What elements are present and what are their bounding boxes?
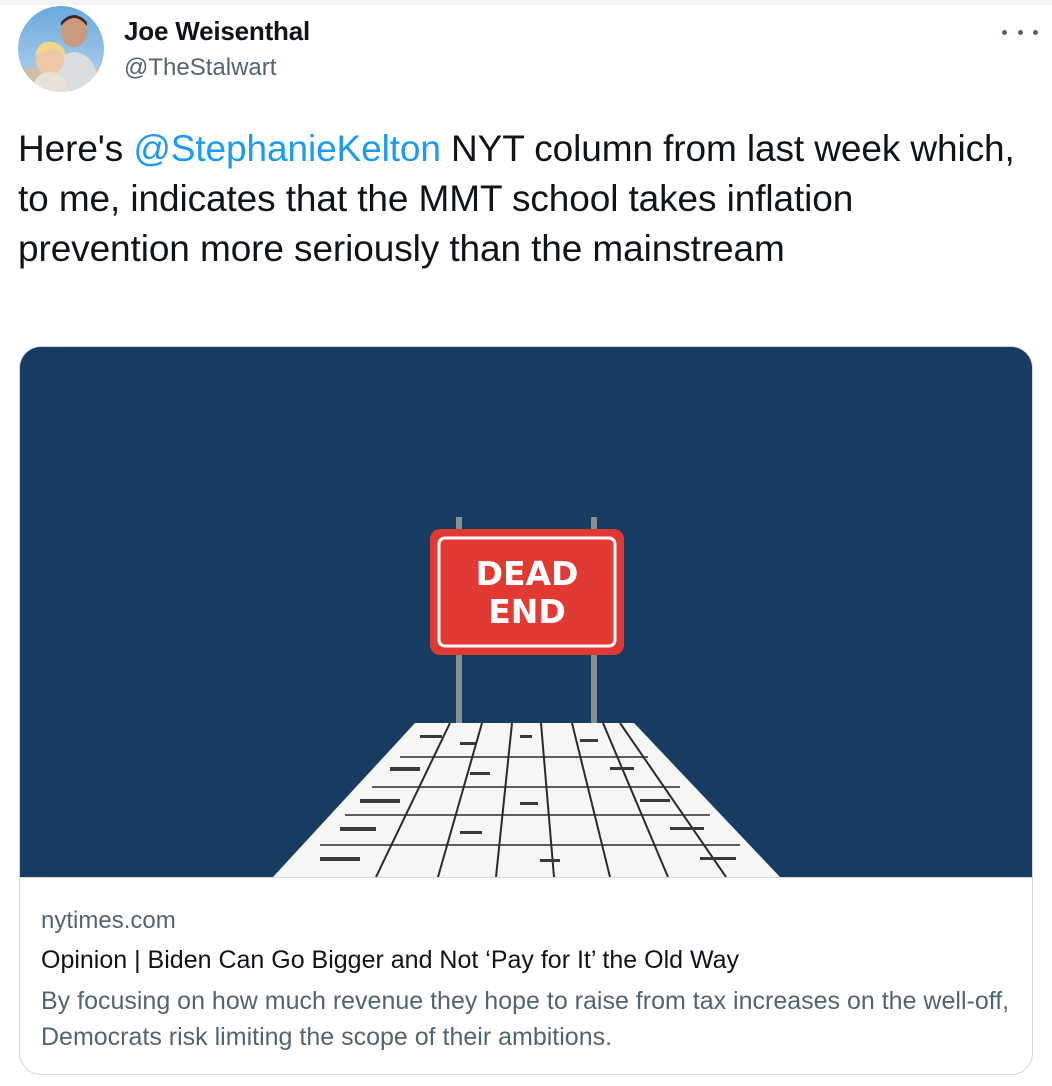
card-domain: nytimes.com [41,907,176,934]
sign-text-line2: END [488,592,566,631]
card-description: By focusing on how much revenue they hop… [41,987,1010,1051]
avatar-photo [18,6,104,92]
author-name[interactable]: Joe Weisenthal [124,16,310,47]
avatar[interactable] [18,6,104,92]
author-handle[interactable]: @TheStalwart [124,54,276,82]
tweet-text: Here's @StephanieKelton NYT column from … [18,124,1033,274]
more-horizontal-icon[interactable] [1002,22,1038,42]
card-title[interactable]: Opinion | Biden Can Go Bigger and Not ‘P… [41,946,739,975]
mention-link[interactable]: @StephanieKelton [133,128,441,169]
card-image: DEAD END [20,347,1032,877]
card-divider [20,877,1032,878]
link-card[interactable]: DEAD END nytimes.com Opinion | Biden Can… [19,346,1033,1075]
top-divider [0,0,1052,5]
tweet-text-prefix: Here's [18,128,134,169]
sign-text-line1: DEAD [476,554,579,593]
more-dot [1033,29,1038,35]
more-dot [1017,29,1023,35]
more-dot [1002,29,1007,35]
dead-end-sign: DEAD END [430,529,624,655]
